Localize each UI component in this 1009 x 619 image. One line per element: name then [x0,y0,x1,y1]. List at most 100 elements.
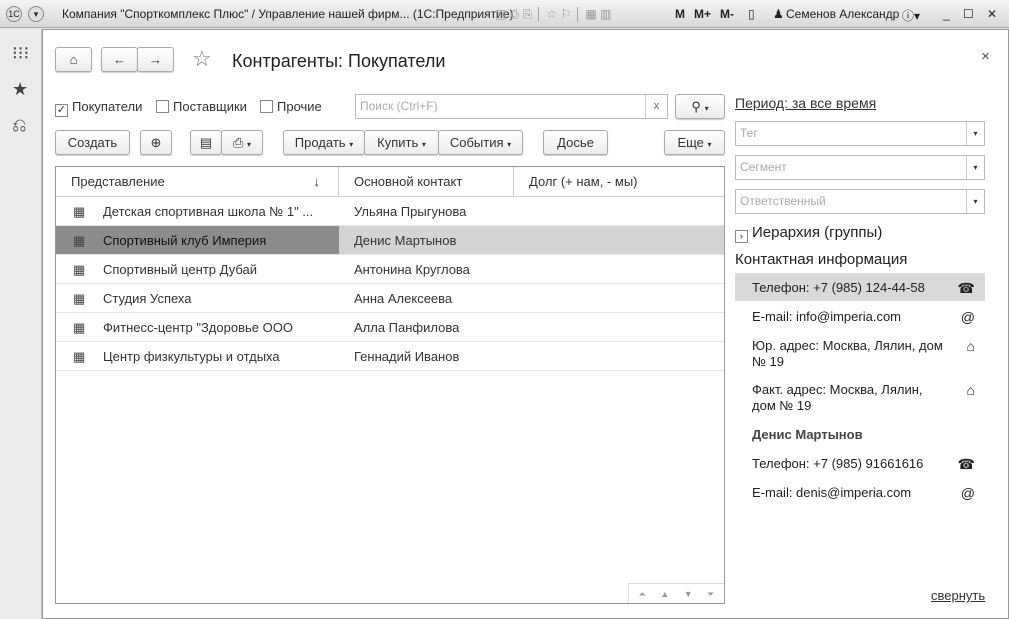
responsible-select[interactable]: Ответственный ▾ [735,189,985,214]
counterparties-table[interactable]: Представление ↓ Основной контакт Долг (+ … [55,166,725,604]
toolbar-icons[interactable]: ▤ ⎙ ⎘ │ ☆ ⚐ │ ▦ ▥ [495,7,611,22]
phone-icon[interactable]: ☎ [958,280,975,296]
building-icon: ▦ [73,320,86,335]
mminus-button[interactable]: M- [720,7,734,21]
home-icon[interactable]: ⌂ [967,338,975,354]
phone-icon[interactable]: ☎ [958,456,975,472]
filter-suppliers[interactable]: Поставщики [156,99,247,114]
checkbox-checked-icon[interactable]: ✓ [55,104,68,117]
history-icon[interactable]: ⎌ [12,115,26,136]
table-row[interactable]: ▦ Спортивный центр Дубай Антонина Круглова [56,255,724,284]
building-icon: ▦ [73,262,86,277]
sidebar: ⁝⁝⁝ ★ ⎌ [0,29,42,619]
minimize-button[interactable]: _ [943,7,950,21]
checkbox-icon[interactable] [156,100,169,113]
building-icon: ▦ [73,349,86,364]
table-row[interactable]: ▦ Фитнесс-центр "Здоровье ООО Алла Панфило… [56,313,724,342]
search-placeholder: Поиск (Ctrl+F) [360,99,438,113]
report-icon[interactable]: ▤ [190,130,222,155]
mplus-button[interactable]: M+ [694,7,711,21]
table-row[interactable]: ▦ Центр физкультуры и отдыха Геннадий Иван… [56,342,724,371]
column-header-debt[interactable]: Долг (+ нам, - мы) [514,167,724,197]
user-icon: ♟ [773,7,784,21]
window-title: Компания "Спорткомплекс Плюс" / Управлен… [62,7,514,21]
cell-contact[interactable]: Денис Мартынов [354,226,456,255]
panel-icon[interactable]: ▯ [748,7,755,21]
contact-info-header: Контактная информация [735,251,908,268]
checkbox-icon[interactable] [260,100,273,113]
column-header-name[interactable]: Представление ↓ [56,167,339,197]
dropdown-icon: ▾ [966,156,984,179]
maximize-button[interactable]: ☐ [963,7,974,21]
contact-item[interactable]: E-mail: info@imperia.com @ [735,302,985,330]
m-button[interactable]: M [675,7,685,21]
buy-button[interactable]: Купить ▾ [364,130,439,155]
cell-name[interactable]: ▦ Центр физкультуры и отдыха [56,342,339,370]
copy-document-icon[interactable]: ⊕ [140,130,172,155]
close-window-button[interactable]: ✕ [987,7,997,21]
segment-select[interactable]: Сегмент ▾ [735,155,985,180]
email-icon[interactable]: @ [961,309,975,325]
column-header-contact[interactable]: Основной контакт [339,167,514,197]
cell-contact[interactable]: Геннадий Иванов [354,342,459,371]
sell-button[interactable]: Продать ▾ [283,130,365,155]
events-button[interactable]: События ▾ [438,130,523,155]
collapse-link[interactable]: свернуть [931,588,985,603]
email-icon[interactable]: @ [961,485,975,501]
info-icon[interactable]: ⓘ▾ [902,7,920,24]
forward-button[interactable]: → [137,47,174,72]
menu-icon[interactable]: ▾ [28,6,44,22]
filter-label: Покупатели [72,99,143,114]
table-row[interactable]: ▦ Детская спортивная школа № 1" ... Ульяна… [56,197,724,226]
title-bar: 1С ▾ Компания "Спорткомплекс Плюс" / Упр… [0,0,1009,28]
cell-name[interactable]: ▦ Спортивный центр Дубай [56,255,339,283]
cell-name[interactable]: ▦ Фитнесс-центр "Здоровье ООО [56,313,339,341]
contact-item[interactable]: Факт. адрес: Москва, Лялин, дом № 19 ⌂ [735,375,985,419]
contact-item[interactable]: E-mail: denis@imperia.com @ [735,478,985,506]
search-input[interactable]: Поиск (Ctrl+F) x [355,94,668,119]
cell-contact[interactable]: Алла Панфилова [354,313,459,342]
back-button[interactable]: ← [101,47,138,72]
cell-name[interactable]: ▦ Детская спортивная школа № 1" ... [56,197,339,225]
table-row[interactable]: ▦ Студия Успеха Анна Алексеева [56,284,724,313]
contact-item[interactable]: Юр. адрес: Москва, Лялин, дом № 19 ⌂ [735,331,985,375]
building-icon: ▦ [73,204,86,219]
dropdown-icon: ▾ [966,122,984,145]
search-clear-button[interactable]: x [645,95,667,118]
dossier-button[interactable]: Досье [543,130,608,155]
home-icon[interactable]: ⌂ [967,382,975,398]
contact-person-name[interactable]: Денис Мартынов [735,420,985,448]
cell-name[interactable]: ▦ Спортивный клуб Империя [56,226,339,254]
favorite-star-icon[interactable]: ☆ [192,46,212,72]
period-link[interactable]: Период: за все время [735,95,876,111]
filter-label: Поставщики [173,99,247,114]
apps-grid-icon[interactable]: ⁝⁝⁝ [12,43,29,64]
user-name[interactable]: Семенов Александр [786,7,899,21]
hierarchy-toggle[interactable]: › Иерархия (группы) [735,224,882,243]
cell-name[interactable]: ▦ Студия Успеха [56,284,339,312]
search-icon: ⚲ [691,99,701,114]
scroll-buttons[interactable]: ⏶ ▲ ▼ ⏷ [628,583,724,603]
filter-buyers[interactable]: ✓ Покупатели [55,99,142,117]
contact-item[interactable]: Телефон: +7 (985) 91661616 ☎ [735,449,985,477]
home-button[interactable]: ⌂ [55,47,92,72]
expand-icon: › [735,230,748,243]
table-row[interactable]: ▦ Спортивный клуб Империя Денис Мартынов [56,226,724,255]
filter-other[interactable]: Прочие [260,99,322,114]
more-button[interactable]: Еще ▾ [664,130,725,155]
search-options-button[interactable]: ⚲ ▾ [675,94,725,119]
cell-contact[interactable]: Анна Алексеева [354,284,452,313]
tag-select[interactable]: Тег ▾ [735,121,985,146]
cell-contact[interactable]: Ульяна Прыгунова [354,197,466,226]
cell-contact[interactable]: Антонина Круглова [354,255,470,284]
create-button[interactable]: Создать [55,130,130,155]
dropdown-icon: ▾ [966,190,984,213]
printer-icon: ⎙ [232,135,244,150]
close-form-button[interactable]: × [981,48,990,65]
favorites-star-icon[interactable]: ★ [12,79,28,100]
building-icon: ▦ [73,233,86,248]
contact-item[interactable]: Телефон: +7 (985) 124-44-58 ☎ [735,273,985,301]
print-button[interactable]: ⎙ ▾ [221,130,263,155]
app-logo-icon[interactable]: 1С [6,6,22,22]
page-title: Контрагенты: Покупатели [232,51,446,71]
